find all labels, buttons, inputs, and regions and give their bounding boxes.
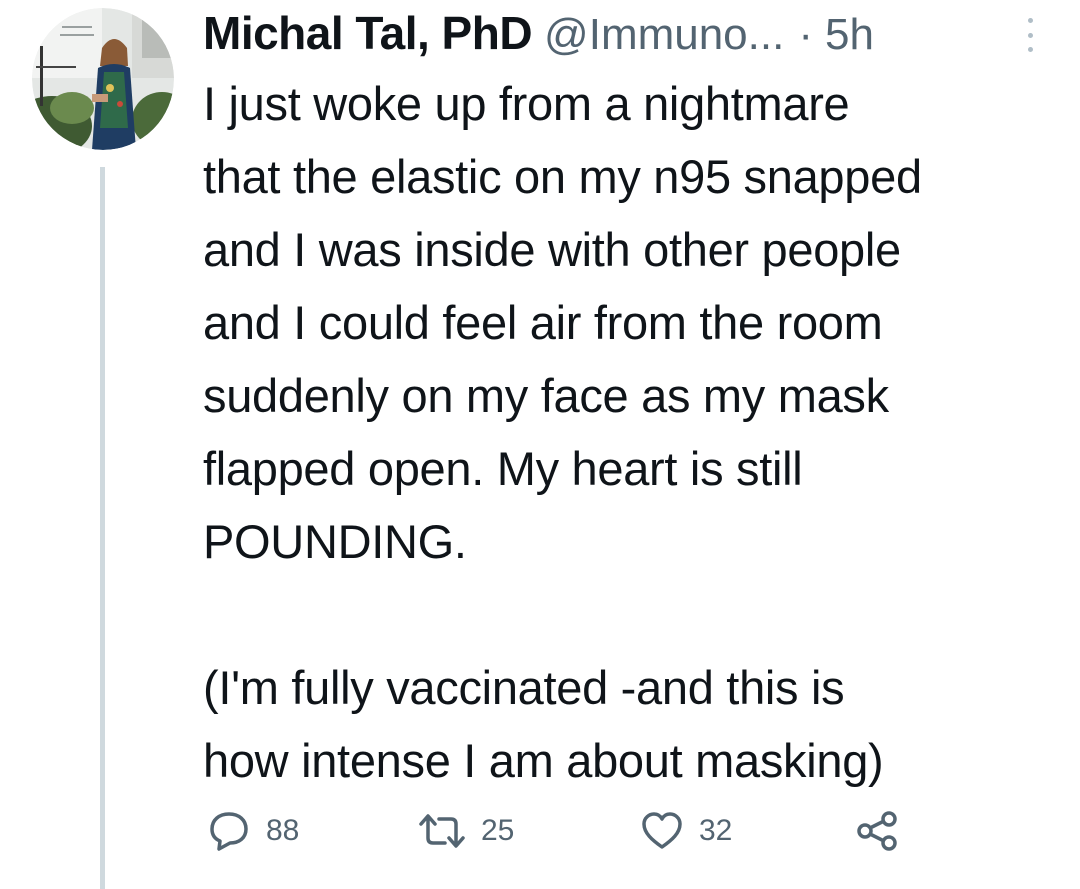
share-icon <box>857 811 897 851</box>
reply-button[interactable]: 88 <box>206 806 299 856</box>
author-name[interactable]: Michal Tal, PhD <box>203 6 533 60</box>
reply-count: 88 <box>266 814 300 847</box>
share-button[interactable] <box>854 806 900 856</box>
thread-line <box>100 167 105 889</box>
tweet-text-line: and I was inside with other people <box>203 223 901 276</box>
tweet-timestamp[interactable]: 5h <box>825 10 874 60</box>
like-button[interactable]: 32 <box>639 806 732 856</box>
like-count: 32 <box>699 814 733 847</box>
tweet-text-line: how intense I am about masking) <box>203 734 884 787</box>
tweet: Michal Tal, PhD @Immuno... · 5h I just w… <box>0 0 1080 889</box>
heart-icon <box>642 812 682 849</box>
tweet-text-line: suddenly on my face as my mask <box>203 369 889 422</box>
tweet-header: Michal Tal, PhD @Immuno... · 5h <box>203 6 874 60</box>
author-avatar[interactable] <box>32 8 174 150</box>
retweet-button[interactable]: 25 <box>417 806 514 856</box>
tweet-text-line: that the elastic on my n95 snapped <box>203 150 922 203</box>
tweet-text-line: I just woke up from a nightmare <box>203 77 850 130</box>
tweet-actions: 88 25 32 <box>206 806 926 856</box>
tweet-text-line: (I'm fully vaccinated -and this is <box>203 661 845 714</box>
author-handle[interactable]: @Immuno... <box>544 10 784 60</box>
tweet-text-line: and I could feel air from the room <box>203 296 883 349</box>
header-separator: · <box>798 10 813 59</box>
tweet-text-line: flapped open. My heart is still <box>203 442 803 495</box>
more-options-icon[interactable] <box>1020 18 1040 52</box>
tweet-text-line: POUNDING. <box>203 515 467 568</box>
retweet-count: 25 <box>481 814 515 847</box>
reply-icon <box>210 812 248 851</box>
retweet-icon <box>419 814 465 848</box>
tweet-text: I just woke up from a nightmare that the… <box>203 67 1063 797</box>
avatar-photo <box>32 8 174 150</box>
